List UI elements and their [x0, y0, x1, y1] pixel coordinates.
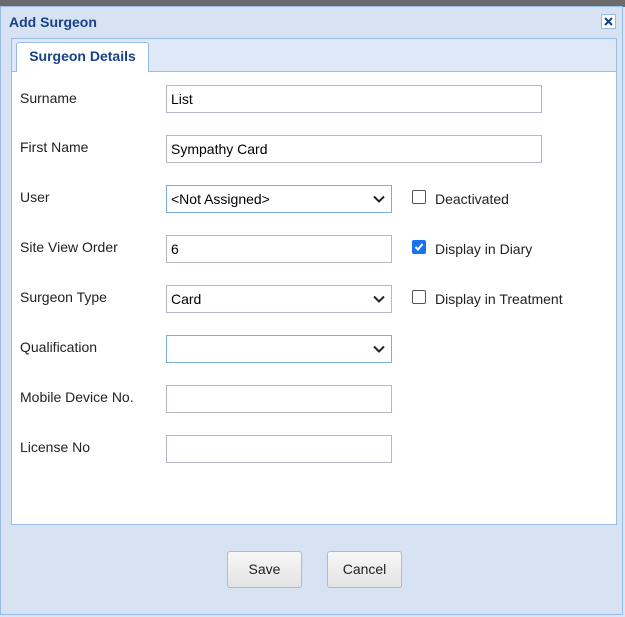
mobile-device-no-label: Mobile Device No.	[20, 389, 134, 405]
surname-label: Surname	[20, 90, 77, 106]
save-button[interactable]: Save	[227, 551, 302, 588]
tab-strip: Surgeon Details	[12, 39, 616, 72]
site-view-order-label: Site View Order	[20, 239, 118, 255]
surgeon-type-select-value: Card	[171, 291, 202, 307]
cancel-button[interactable]: Cancel	[327, 551, 402, 588]
close-icon	[604, 17, 613, 26]
first-name-label: First Name	[20, 139, 89, 155]
close-button[interactable]	[601, 14, 616, 29]
checkmark-icon	[414, 243, 424, 251]
first-name-input[interactable]: Sympathy Card	[166, 135, 542, 163]
chevron-down-icon	[373, 195, 385, 203]
display-in-diary-label: Display in Diary	[435, 241, 533, 257]
chevron-down-icon	[373, 345, 385, 353]
license-no-label: License No	[20, 439, 91, 455]
tab-surgeon-details[interactable]: Surgeon Details	[16, 42, 149, 72]
surname-input[interactable]: List	[166, 85, 542, 113]
qualification-select[interactable]	[166, 335, 392, 363]
dialog-titlebar[interactable]: Add Surgeon	[1, 7, 622, 35]
user-label: User	[20, 189, 50, 205]
license-no-input[interactable]	[166, 435, 392, 463]
user-select[interactable]: <Not Assigned>	[166, 185, 392, 213]
deactivated-checkbox[interactable]	[412, 190, 426, 204]
add-surgeon-dialog: Add Surgeon Surgeon Details Surname List…	[0, 6, 623, 615]
mobile-device-no-input[interactable]	[166, 385, 392, 413]
deactivated-label: Deactivated	[435, 191, 509, 207]
dialog-title: Add Surgeon	[9, 14, 97, 30]
surgeon-type-select[interactable]: Card	[166, 285, 392, 313]
display-in-diary-checkbox[interactable]	[412, 240, 426, 254]
chevron-down-icon	[373, 295, 385, 303]
display-in-treatment-checkbox[interactable]	[412, 290, 426, 304]
display-in-treatment-label: Display in Treatment	[435, 291, 563, 307]
qualification-label: Qualification	[20, 339, 98, 355]
surgeon-type-label: Surgeon Type	[20, 289, 107, 305]
form-panel: Surgeon Details Surname List First Name …	[11, 38, 617, 525]
site-view-order-input[interactable]: 6	[166, 235, 392, 263]
user-select-value: <Not Assigned>	[171, 191, 270, 207]
